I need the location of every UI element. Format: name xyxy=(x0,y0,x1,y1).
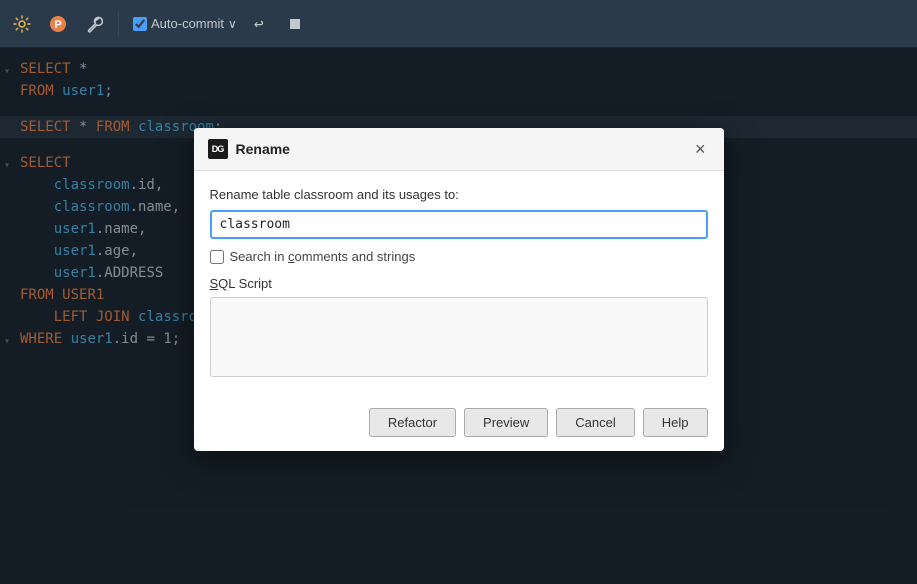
checkbox-row: Search in comments and strings xyxy=(210,249,708,264)
dialog-overlay: DG Rename × Rename table classroom and i… xyxy=(0,48,917,584)
settings-icon[interactable] xyxy=(8,10,36,38)
dialog-header: DG Rename × xyxy=(194,128,724,171)
dialog-header-left: DG Rename xyxy=(208,139,290,159)
toolbar: P Auto-commit ∨ ↩ xyxy=(0,0,917,48)
undo-icon[interactable]: ↩ xyxy=(245,10,273,38)
cancel-button[interactable]: Cancel xyxy=(556,408,634,437)
separator-1 xyxy=(118,12,119,36)
svg-text:P: P xyxy=(54,19,61,31)
close-button[interactable]: × xyxy=(691,138,710,160)
dialog-description: Rename table classroom and its usages to… xyxy=(210,187,708,202)
code-editor: ▾ SELECT * FROM user1; SELECT * FROM cla… xyxy=(0,48,917,584)
autocommit-checkbox[interactable] xyxy=(133,17,147,31)
rename-dialog: DG Rename × Rename table classroom and i… xyxy=(194,128,724,451)
preview-button[interactable]: Preview xyxy=(464,408,548,437)
search-comments-checkbox[interactable] xyxy=(210,250,224,264)
dialog-body: Rename table classroom and its usages to… xyxy=(194,171,724,408)
wrench-icon[interactable] xyxy=(80,10,108,38)
help-button[interactable]: Help xyxy=(643,408,708,437)
stop-icon[interactable] xyxy=(281,10,309,38)
autocommit-label: Auto-commit xyxy=(151,16,224,31)
dg-logo: DG xyxy=(208,139,228,159)
dialog-title: Rename xyxy=(236,141,290,157)
autocommit-chevron[interactable]: ∨ xyxy=(228,17,237,31)
sql-script-area[interactable] xyxy=(210,297,708,377)
search-comments-label: Search in comments and strings xyxy=(230,249,416,264)
autocommit-area: Auto-commit ∨ xyxy=(133,16,237,31)
rename-input[interactable] xyxy=(210,210,708,239)
refactor-button[interactable]: Refactor xyxy=(369,408,456,437)
sql-script-label: SQL Script xyxy=(210,276,708,291)
p-icon[interactable]: P xyxy=(44,10,72,38)
dialog-footer: Refactor Preview Cancel Help xyxy=(194,408,724,451)
